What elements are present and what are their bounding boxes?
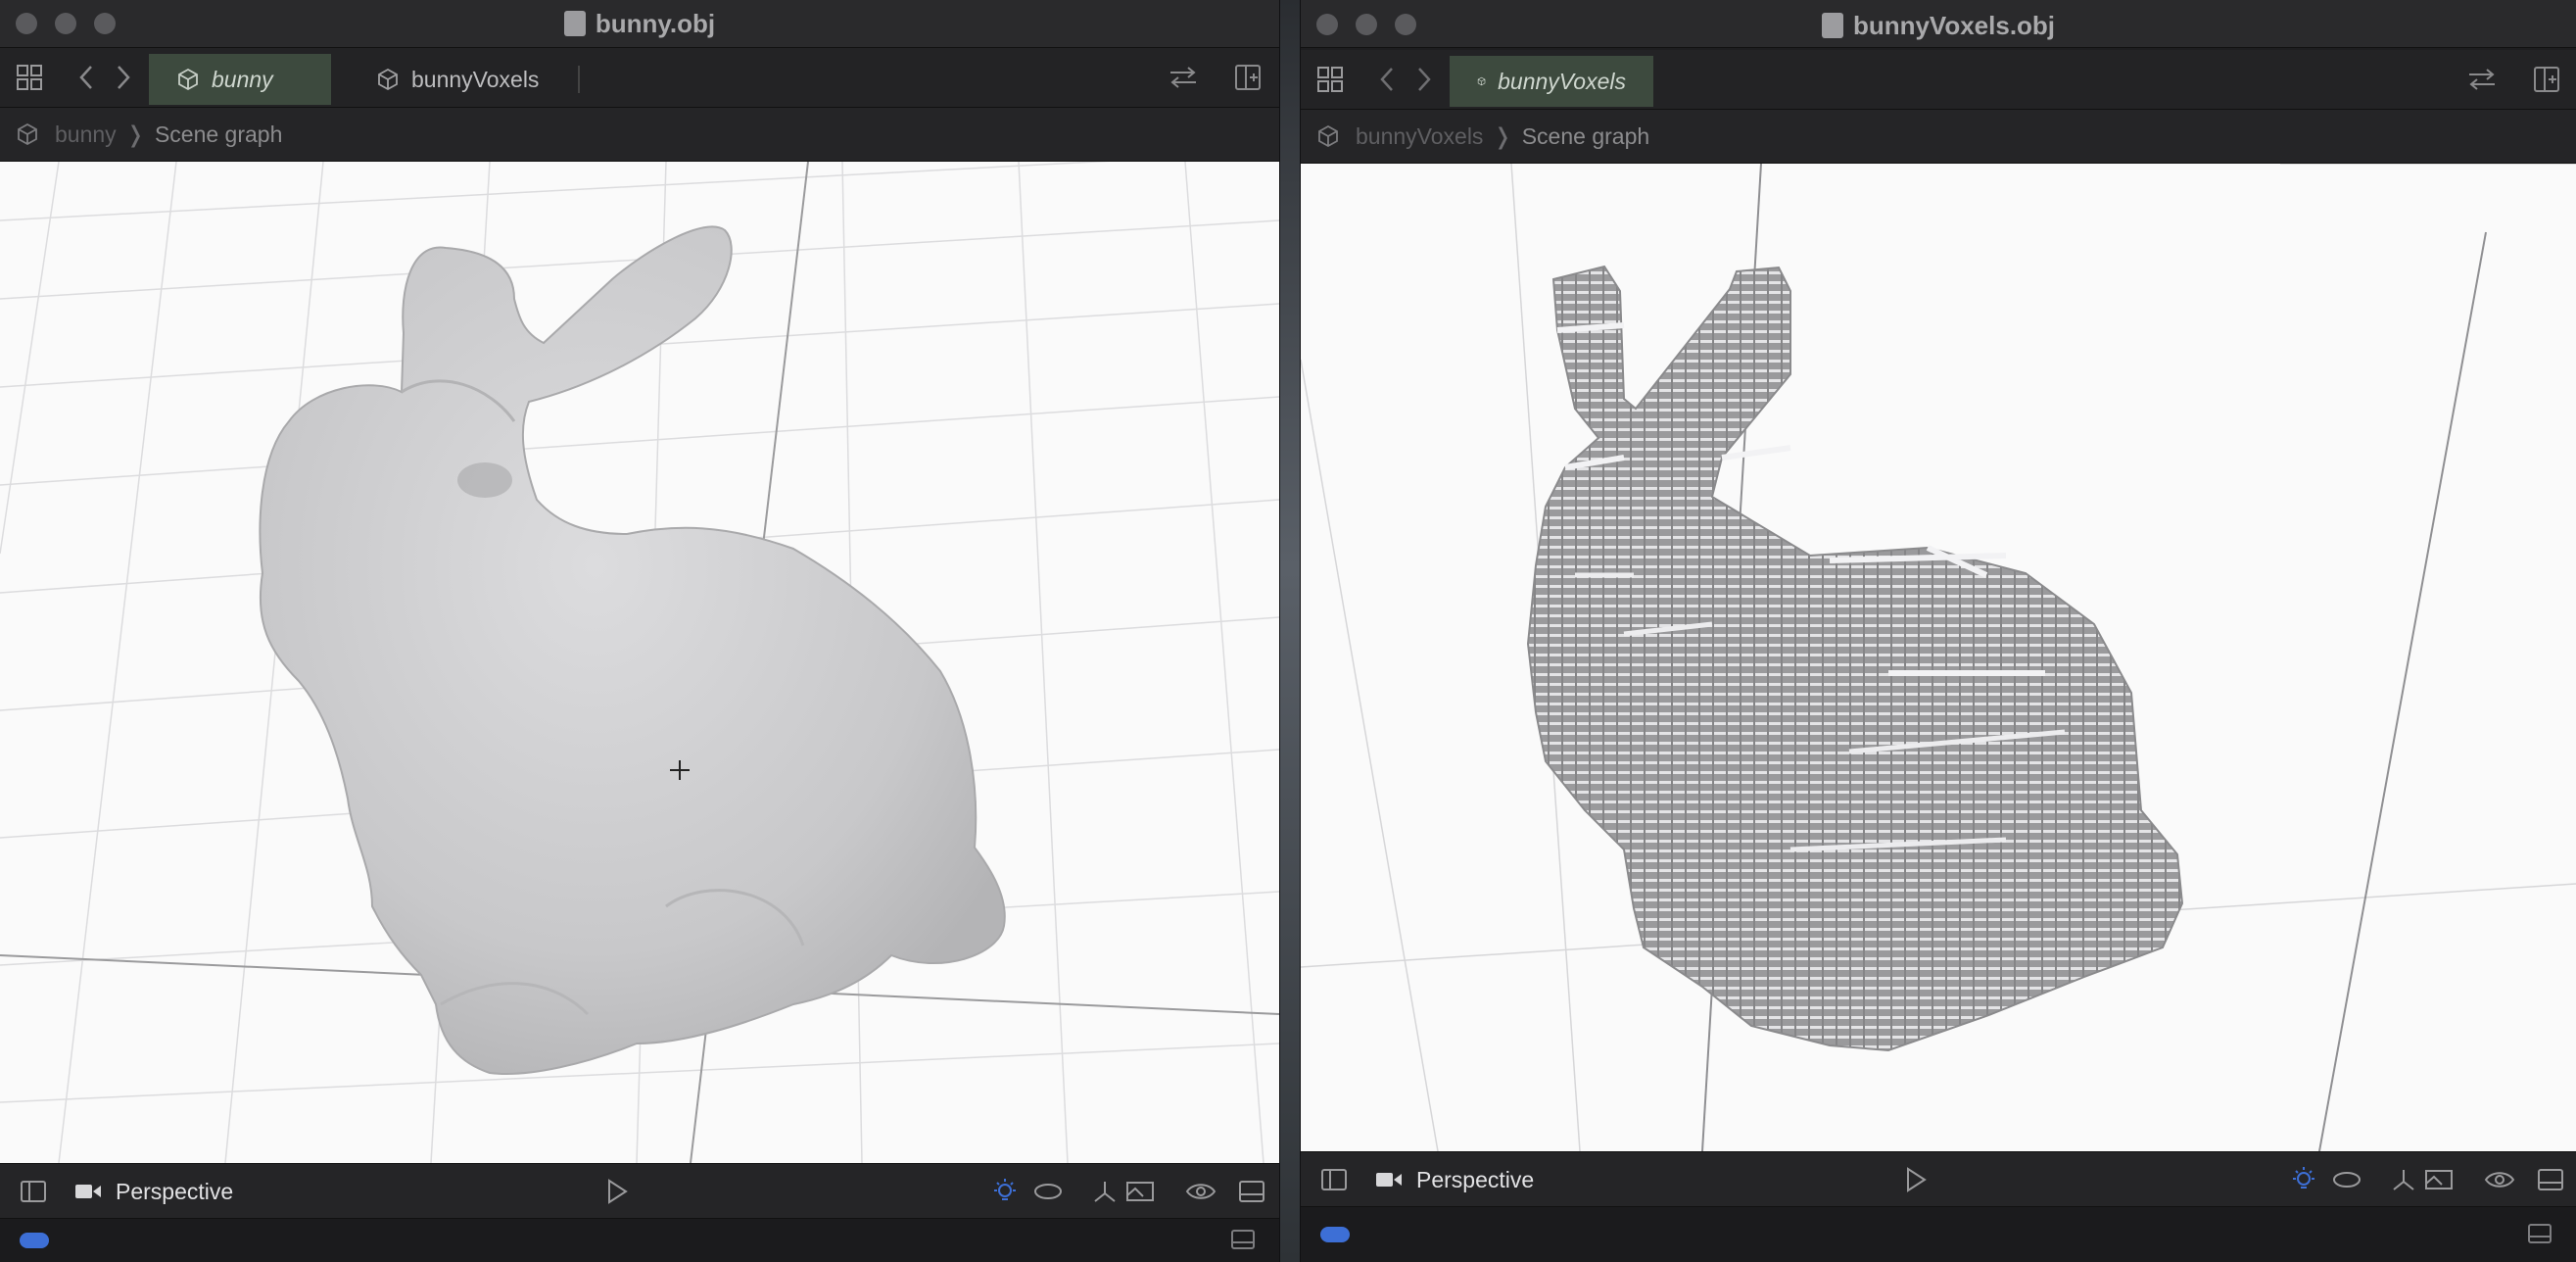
panel-toggle-icon[interactable]	[1230, 1229, 1256, 1250]
window-title: bunny.obj	[0, 0, 1279, 47]
window-title: bunnyVoxels.obj	[1301, 2, 2576, 49]
eye-icon[interactable]	[1181, 1164, 1220, 1219]
tab-toolbar: bunny bunnyVoxels	[0, 48, 1279, 108]
breadcrumb-root[interactable]: bunny	[55, 121, 117, 148]
cube-icon	[18, 122, 37, 146]
light-icon[interactable]	[2284, 1152, 2323, 1207]
light-icon[interactable]	[985, 1164, 1025, 1219]
smooth-bunny-model	[259, 225, 1006, 1075]
tab-label: bunnyVoxels	[411, 66, 540, 92]
window-title-text: bunny.obj	[595, 8, 716, 38]
axes-icon[interactable]	[2384, 1152, 2423, 1207]
tab-bunnyvoxels[interactable]: bunnyVoxels	[1450, 56, 1653, 107]
document-icon	[563, 11, 586, 36]
forward-icon[interactable]	[1405, 50, 1444, 109]
add-editor-icon[interactable]	[1228, 48, 1267, 107]
cube-icon	[1318, 124, 1338, 148]
breadcrumb: bunny ❭ Scene graph	[0, 108, 1279, 162]
breadcrumb-separator: ❭	[125, 121, 145, 147]
eye-icon[interactable]	[2480, 1152, 2519, 1207]
status-bar	[0, 1218, 1279, 1262]
camera-mode-label[interactable]: Perspective	[1416, 1167, 1534, 1193]
title-bar: bunnyVoxels.obj	[1301, 0, 2576, 48]
3d-viewport[interactable]	[0, 162, 1279, 1163]
frame-icon[interactable]	[1121, 1164, 1160, 1219]
add-editor-icon[interactable]	[2527, 50, 2566, 109]
title-bar: bunny.obj	[0, 0, 1279, 48]
tab-toolbar: bunnyVoxels	[1301, 50, 2576, 110]
voxel-bunny-model	[1526, 265, 2184, 1052]
viewport-bottom-bar: Perspective	[1301, 1151, 2576, 1207]
axes-icon[interactable]	[1085, 1164, 1124, 1219]
play-icon[interactable]	[597, 1164, 637, 1219]
back-icon[interactable]	[67, 48, 106, 107]
right-editor-window: bunnyVoxels.obj bunnyVoxels bunnyVoxels …	[1301, 0, 2576, 1262]
tab-label: bunnyVoxels	[1498, 68, 1626, 94]
orbit-icon[interactable]	[1028, 1164, 1068, 1219]
breadcrumb: bunnyVoxels ❭ Scene graph	[1301, 110, 2576, 164]
breadcrumb-current[interactable]: Scene graph	[1522, 123, 1649, 150]
tab-bunnyvoxels[interactable]: bunnyVoxels	[349, 54, 566, 105]
sidebar-icon[interactable]	[14, 1164, 53, 1219]
forward-icon[interactable]	[104, 48, 143, 107]
cube-icon	[378, 68, 398, 91]
camera-icon	[1376, 1173, 1402, 1187]
tab-bunny[interactable]: bunny	[149, 54, 331, 105]
breadcrumb-current[interactable]: Scene graph	[155, 121, 282, 148]
status-indicator	[20, 1233, 49, 1248]
left-editor-window: bunny.obj bunny bunnyVoxels bunny ❭ Scen…	[0, 0, 1279, 1262]
tab-divider	[578, 66, 580, 93]
3d-viewport[interactable]	[1301, 164, 2576, 1151]
breadcrumb-root[interactable]: bunnyVoxels	[1356, 123, 1483, 150]
tab-label: bunny	[212, 66, 273, 92]
cube-icon	[178, 68, 198, 91]
inspector-icon[interactable]	[2531, 1152, 2570, 1207]
breadcrumb-separator: ❭	[1493, 122, 1512, 149]
status-bar	[1301, 1206, 2576, 1262]
grid-icon[interactable]	[10, 48, 49, 107]
orbit-icon[interactable]	[2327, 1152, 2366, 1207]
cube-icon	[1477, 76, 1486, 86]
swap-icon[interactable]	[1164, 48, 1203, 107]
document-icon	[1821, 13, 1843, 38]
desktop-background	[1279, 0, 1301, 1262]
status-indicator	[1320, 1227, 1350, 1242]
viewport-bottom-bar: Perspective	[0, 1163, 1279, 1219]
window-title-text: bunnyVoxels.obj	[1852, 10, 2056, 40]
back-icon[interactable]	[1367, 50, 1407, 109]
frame-icon[interactable]	[2419, 1152, 2458, 1207]
grid-icon[interactable]	[1311, 50, 1350, 109]
sidebar-icon[interactable]	[1314, 1152, 1354, 1207]
swap-icon[interactable]	[2462, 50, 2502, 109]
inspector-icon[interactable]	[1232, 1164, 1271, 1219]
camera-mode-label[interactable]: Perspective	[116, 1179, 233, 1205]
panel-toggle-icon[interactable]	[2527, 1223, 2552, 1244]
play-icon[interactable]	[1896, 1152, 1935, 1207]
camera-icon	[75, 1185, 101, 1198]
